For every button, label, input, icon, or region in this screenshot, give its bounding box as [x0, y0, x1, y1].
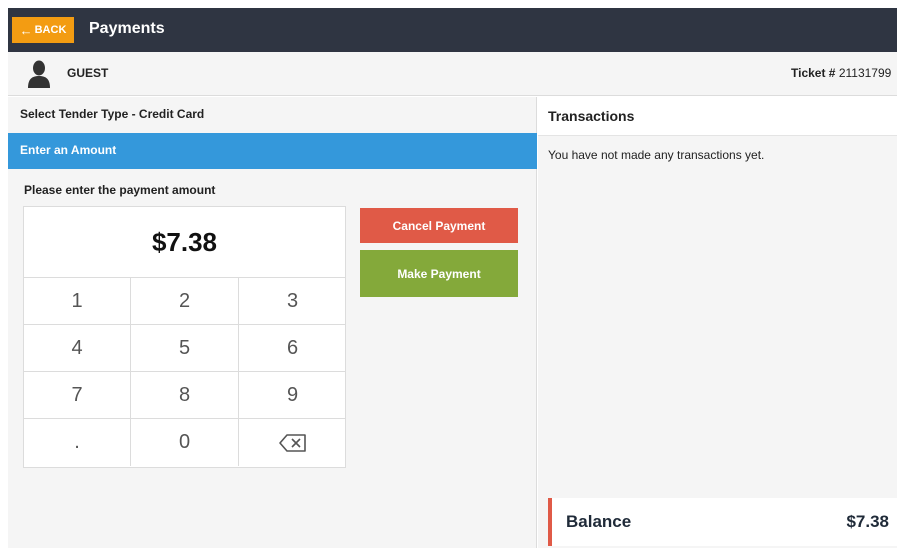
key-3[interactable]: 3 [239, 278, 346, 325]
key-8[interactable]: 8 [131, 372, 239, 419]
key-4[interactable]: 4 [24, 325, 131, 372]
key-decimal[interactable]: . [24, 419, 131, 466]
page-title: Payments [89, 20, 165, 37]
ticket-label: Ticket # [791, 66, 836, 80]
transactions-title: Transactions [538, 97, 897, 136]
amount-prompt: Please enter the payment amount [24, 183, 216, 197]
key-2[interactable]: 2 [131, 278, 239, 325]
top-bar: ← BACK Payments [8, 8, 897, 52]
customer-name: GUEST [67, 66, 109, 80]
key-1[interactable]: 1 [24, 278, 131, 325]
transactions-empty-message: You have not made any transactions yet. [548, 148, 765, 162]
back-label: BACK [34, 24, 67, 36]
payment-panel: Select Tender Type - Credit Card Enter a… [8, 97, 537, 548]
user-silhouette-icon [28, 60, 50, 88]
cancel-payment-button[interactable]: Cancel Payment [360, 208, 518, 243]
make-payment-button[interactable]: Make Payment [360, 250, 518, 297]
key-7[interactable]: 7 [24, 372, 131, 419]
balance-label: Balance [566, 512, 632, 531]
balance-value: $7.38 [846, 512, 889, 531]
enter-amount-header: Enter an Amount [8, 133, 537, 169]
key-9[interactable]: 9 [239, 372, 346, 419]
keypad: $7.38 1 2 3 4 5 6 7 8 9 . 0 [23, 206, 346, 468]
key-0[interactable]: 0 [131, 419, 239, 466]
amount-display: $7.38 [24, 207, 345, 278]
ticket-value: 21131799 [838, 66, 892, 80]
backspace-key[interactable] [239, 419, 346, 466]
ticket-number: Ticket # 21131799 [791, 66, 897, 80]
customer-bar: GUEST Ticket # 21131799 [8, 52, 897, 96]
backspace-icon [278, 433, 306, 452]
tender-type-label: Select Tender Type - Credit Card [20, 107, 205, 121]
key-6[interactable]: 6 [239, 325, 346, 372]
keypad-keys: 1 2 3 4 5 6 7 8 9 . 0 [24, 278, 346, 466]
transactions-panel: Transactions You have not made any trans… [538, 97, 897, 548]
balance-summary: Balance $7.38 [548, 498, 897, 546]
key-5[interactable]: 5 [131, 325, 239, 372]
back-button[interactable]: ← BACK [12, 17, 74, 43]
arrow-left-icon: ← [19, 22, 33, 38]
